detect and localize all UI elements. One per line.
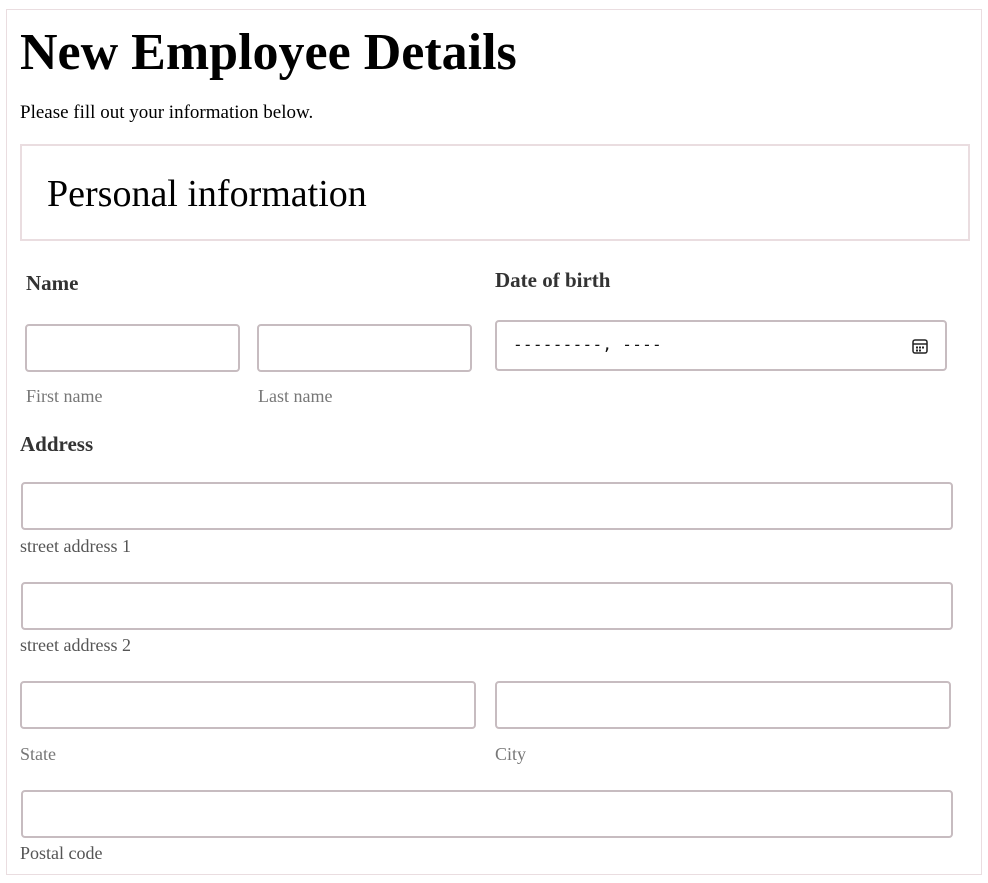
personal-information-section: Personal information bbox=[20, 144, 970, 241]
last-name-input[interactable] bbox=[257, 324, 472, 372]
date-of-birth-label: Date of birth bbox=[495, 268, 611, 292]
first-name-hint: First name bbox=[26, 386, 103, 406]
city-hint: City bbox=[495, 744, 527, 764]
postal-code-input[interactable] bbox=[21, 790, 953, 838]
date-of-birth-placeholder: ---------, ---- bbox=[513, 335, 662, 354]
street-address-2-input[interactable] bbox=[21, 582, 953, 630]
first-name-input[interactable] bbox=[25, 324, 240, 372]
state-hint: State bbox=[20, 744, 56, 764]
section-title: Personal information bbox=[47, 173, 367, 215]
postal-code-hint: Postal code bbox=[20, 843, 103, 863]
page-subtitle: Please fill out your information below. bbox=[20, 102, 314, 123]
street-address-2-hint: street address 2 bbox=[20, 635, 131, 655]
last-name-hint: Last name bbox=[258, 386, 333, 406]
name-label: Name bbox=[26, 271, 79, 295]
state-input[interactable] bbox=[20, 681, 476, 729]
page-title: New Employee Details bbox=[20, 24, 517, 81]
street-address-1-input[interactable] bbox=[21, 482, 953, 530]
date-of-birth-input[interactable]: ---------, ---- bbox=[495, 320, 947, 371]
street-address-1-hint: street address 1 bbox=[20, 536, 131, 556]
address-label: Address bbox=[20, 432, 94, 456]
city-input[interactable] bbox=[495, 681, 951, 729]
calendar-icon[interactable] bbox=[911, 337, 929, 355]
form-container bbox=[6, 9, 982, 875]
